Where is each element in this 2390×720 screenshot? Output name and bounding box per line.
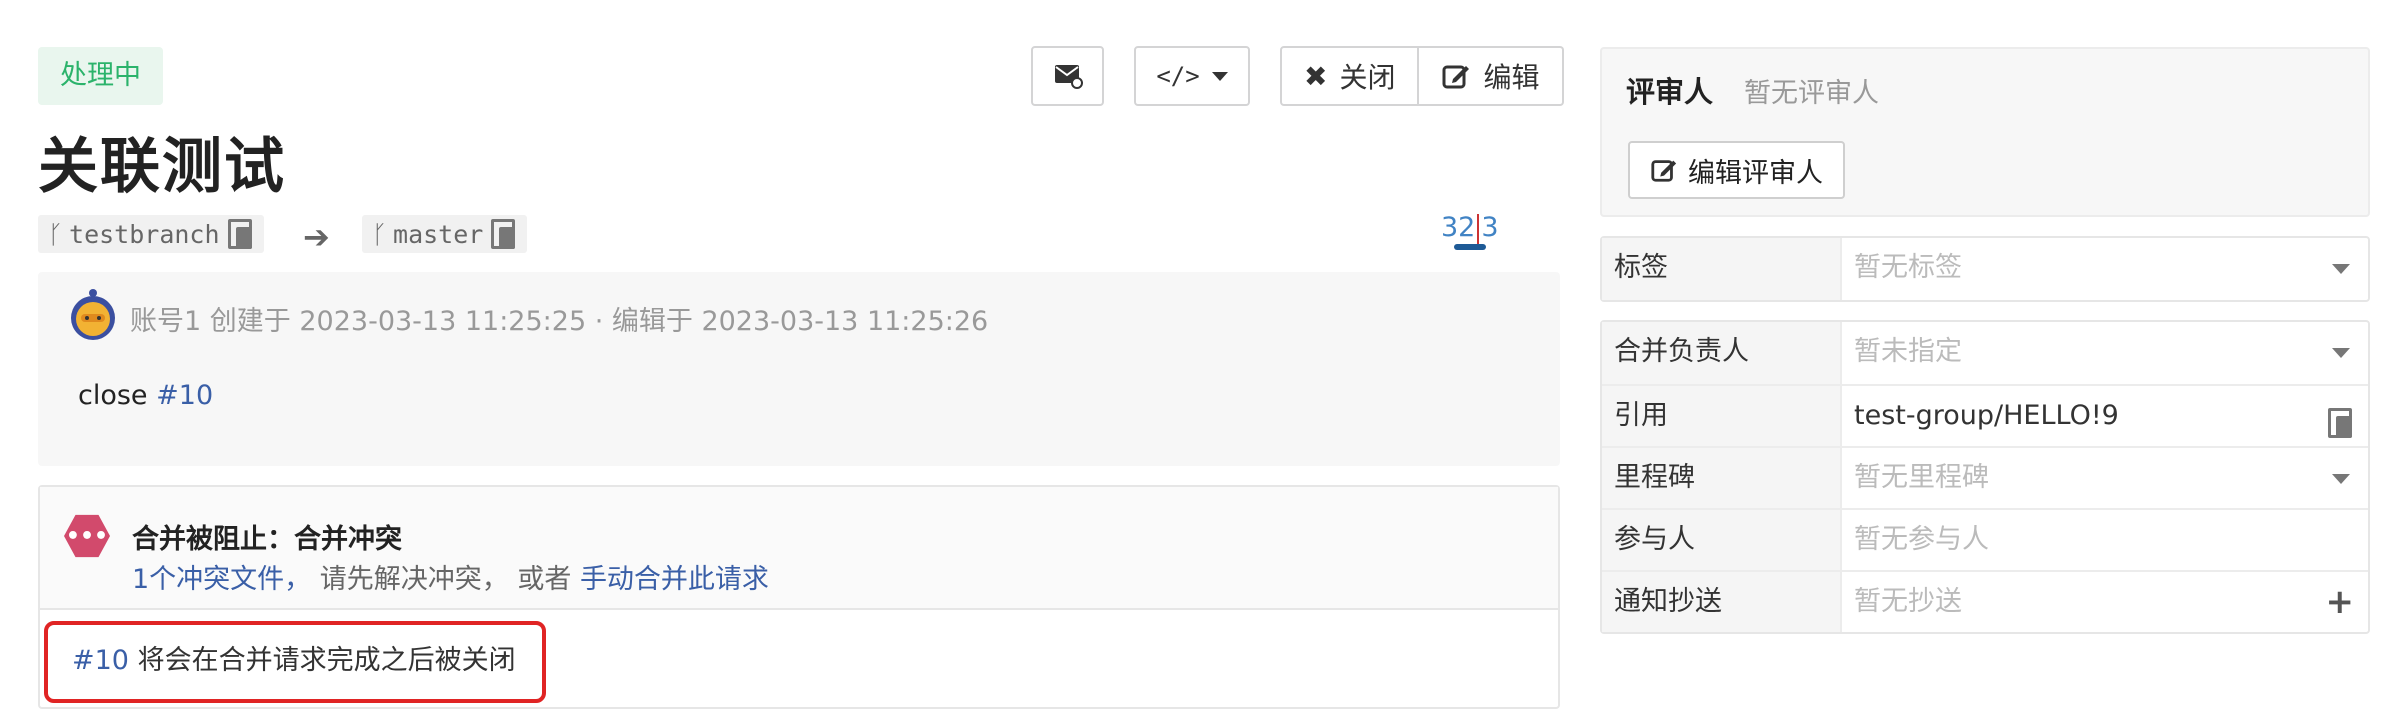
target-branch[interactable]: ᚴ master <box>362 215 528 253</box>
timestamp-text: 创建于 2023-03-13 11:25:25 · 编辑于 2023-03-13… <box>209 306 989 337</box>
mail-toolbar <box>1031 46 1104 106</box>
code-icon: </> <box>1156 62 1200 90</box>
labels-table: 标签 暂无标签 <box>1600 236 2370 302</box>
prop-value: 暂无参与人 <box>1842 510 2368 570</box>
prop-key: 通知抄送 <box>1602 572 1842 632</box>
prop-value-text: 暂无里程碑 <box>1854 462 1989 493</box>
author-name[interactable]: 账号1 <box>130 306 201 337</box>
reviewers-label: 评审人 <box>1626 75 1714 109</box>
prop-row-reference: 引用 test-group/HELLO!9 <box>1602 384 2368 446</box>
additions-count: 32 <box>1441 212 1476 243</box>
properties-table: 合并负责人 暂未指定 引用 test-group/HELLO!9 里程碑 暂无里… <box>1600 320 2370 634</box>
page-title: 关联测试 <box>38 132 286 202</box>
close-button-label: 关闭 <box>1339 61 1396 94</box>
prop-row-assignee[interactable]: 合并负责人 暂未指定 <box>1602 322 2368 384</box>
description-text: close #10 <box>78 380 213 411</box>
caret-down-icon <box>2332 264 2350 274</box>
source-branch[interactable]: ᚴ testbranch <box>38 215 264 253</box>
arrow-right-icon: ➔ <box>303 218 330 256</box>
reviewers-panel: 评审人 暂无评审人 编辑评审人 <box>1600 47 2370 217</box>
edit-icon <box>1651 160 1677 182</box>
prop-value: 暂无抄送 + <box>1842 572 2368 632</box>
avatar <box>71 289 115 340</box>
reference-text: test-group/HELLO!9 <box>1854 400 2119 431</box>
merge-instructions: 请先解决冲突， 或者 <box>311 564 580 595</box>
edit-reviewers-label: 编辑评审人 <box>1688 157 1823 189</box>
code-toolbar: </> <box>1134 46 1250 106</box>
caret-down-icon <box>2332 348 2350 358</box>
branch-icon: ᚴ <box>48 219 64 249</box>
prop-value[interactable]: 暂未指定 <box>1842 322 2368 384</box>
caret-down-icon <box>1211 71 1228 81</box>
reviewers-empty-text: 暂无评审人 <box>1744 78 1879 109</box>
issue-link[interactable]: #10 <box>156 380 213 411</box>
edit-button-label: 编辑 <box>1483 61 1540 94</box>
prop-row-cc: 通知抄送 暂无抄送 + <box>1602 570 2368 632</box>
source-branch-name: testbranch <box>69 219 220 249</box>
diff-bar <box>1454 244 1486 250</box>
prop-key: 参与人 <box>1602 510 1842 570</box>
diff-stat[interactable]: 32 3 <box>1441 212 1499 244</box>
prop-value[interactable]: 暂无里程碑 <box>1842 448 2368 508</box>
target-branch-name: master <box>393 219 484 249</box>
prop-value[interactable]: 暂无标签 <box>1842 238 2368 300</box>
status-badge: 处理中 <box>38 47 163 105</box>
merge-blocked-subtitle: 1个冲突文件， 请先解决冲突， 或者 手动合并此请求 <box>132 557 769 596</box>
blocked-icon: ••• <box>64 514 110 558</box>
closing-issue-text: 将会在合并请求完成之后被关闭 <box>128 645 516 676</box>
prop-key: 引用 <box>1602 386 1842 446</box>
prop-value-text: 暂无参与人 <box>1854 524 1989 555</box>
close-icon: ✖ <box>1304 59 1328 93</box>
prop-key: 里程碑 <box>1602 448 1842 508</box>
closing-issue-link[interactable]: #10 <box>72 645 129 676</box>
prop-value: test-group/HELLO!9 <box>1842 386 2368 446</box>
branch-icon: ᚴ <box>372 219 388 249</box>
action-button-group: ✖ 关闭 编辑 <box>1280 46 1564 106</box>
edit-button[interactable]: 编辑 <box>1419 46 1564 106</box>
copy-icon[interactable] <box>226 219 254 249</box>
prop-key: 合并负责人 <box>1602 322 1842 384</box>
diff-separator <box>1477 213 1480 244</box>
mail-icon <box>1054 65 1083 89</box>
caret-down-icon <box>2332 474 2350 484</box>
copy-icon[interactable] <box>489 219 517 249</box>
merge-blocked-title: 合并被阻止：合并冲突 <box>132 524 402 555</box>
conflict-files-link[interactable]: 1个冲突文件， <box>132 564 311 595</box>
deletions-count: 3 <box>1481 212 1499 243</box>
prop-row-participants: 参与人 暂无参与人 <box>1602 508 2368 570</box>
edit-reviewers-button[interactable]: 编辑评审人 <box>1628 141 1845 199</box>
prop-value-text: 暂无标签 <box>1854 252 1962 283</box>
prop-value-text: 暂未指定 <box>1854 336 1962 367</box>
manual-merge-link[interactable]: 手动合并此请求 <box>580 564 769 595</box>
prop-value-text: 暂无抄送 <box>1854 586 1962 617</box>
merge-status-header: ••• 合并被阻止：合并冲突 1个冲突文件， 请先解决冲突， 或者 手动合并此请… <box>40 487 1558 610</box>
prop-key: 标签 <box>1602 238 1842 300</box>
prop-row-milestone[interactable]: 里程碑 暂无里程碑 <box>1602 446 2368 508</box>
subscribe-button[interactable] <box>1031 46 1104 106</box>
closing-issues-note: #10 将会在合并请求完成之后被关闭 <box>44 621 546 703</box>
merge-status-panel: ••• 合并被阻止：合并冲突 1个冲突文件， 请先解决冲突， 或者 手动合并此请… <box>38 485 1560 709</box>
code-dropdown-button[interactable]: </> <box>1134 46 1250 106</box>
description-panel: 账号1 创建于 2023-03-13 11:25:25 · 编辑于 2023-0… <box>38 272 1560 466</box>
add-cc-icon[interactable]: + <box>2326 572 2355 632</box>
close-button[interactable]: ✖ 关闭 <box>1280 46 1420 106</box>
prop-row-labels[interactable]: 标签 暂无标签 <box>1602 238 2368 300</box>
description-prefix: close <box>78 380 157 411</box>
description-meta: 账号1 创建于 2023-03-13 11:25:25 · 编辑于 2023-0… <box>130 299 988 338</box>
copy-icon[interactable] <box>2326 408 2354 438</box>
edit-icon <box>1442 65 1470 89</box>
